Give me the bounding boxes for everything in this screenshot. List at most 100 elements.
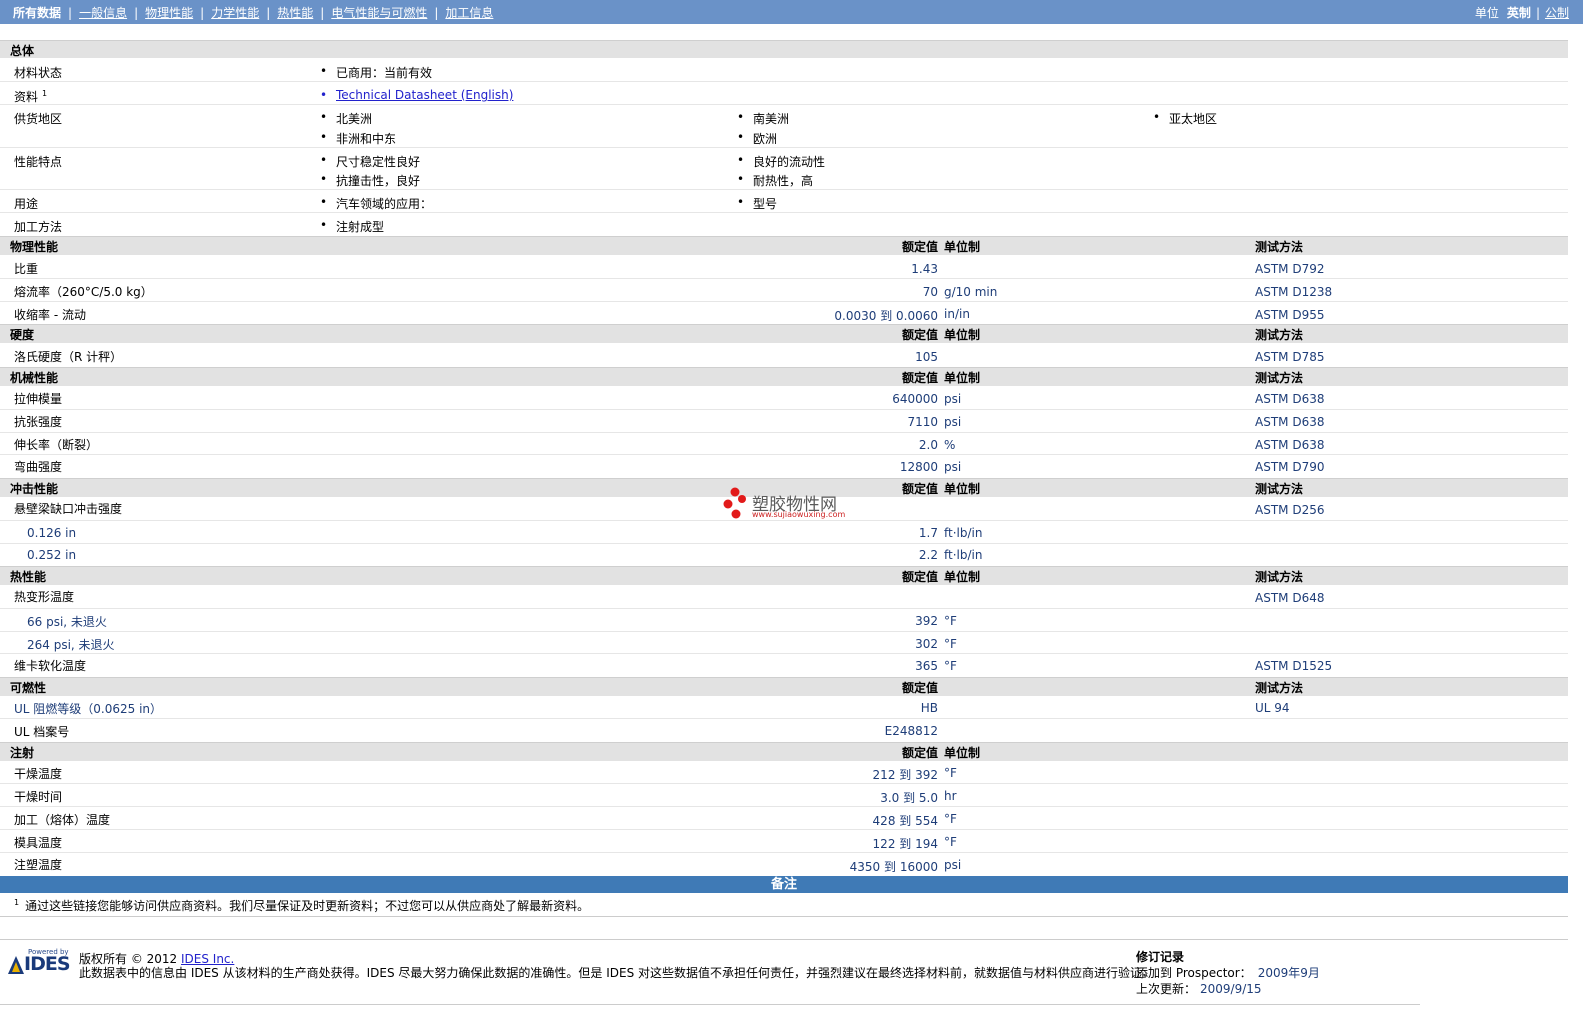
- property-method: ASTM D648: [1255, 591, 1325, 605]
- unit-metric-link[interactable]: 公制: [1545, 4, 1569, 21]
- property-unit: in/in: [944, 307, 970, 321]
- table-row: 264 psi, 未退火 302 °F: [0, 632, 1568, 654]
- added-to-prospector: 添加到 Prospector： 2009年9月: [1136, 966, 1320, 980]
- table-row: UL 阻燃等级（0.0625 in） HB UL 94: [0, 696, 1568, 719]
- section-title: 总体: [10, 44, 35, 58]
- row-label: 用途: [14, 197, 39, 211]
- col-unit: 单位制: [944, 570, 981, 584]
- property-value: 2.2: [918, 548, 938, 562]
- col-unit: 单位制: [944, 746, 981, 760]
- property-label: 注塑温度: [14, 858, 63, 872]
- property-method: ASTM D792: [1255, 262, 1325, 276]
- property-value: HB: [920, 701, 938, 715]
- nav-physical[interactable]: 物理性能: [145, 4, 193, 21]
- col-method: 测试方法: [1255, 570, 1304, 584]
- property-unit: ft·lb/in: [944, 548, 983, 562]
- region-item: 欧洲: [737, 130, 777, 147]
- property-label: 干燥温度: [14, 767, 63, 781]
- table-row: 比重 1.43 ASTM D792: [0, 256, 1568, 279]
- property-unit: psi: [944, 415, 962, 429]
- col-nominal: 额定值: [901, 328, 938, 342]
- section-header-physical: 物理性能 额定值 单位制 测试方法: [0, 236, 1568, 255]
- property-method: ASTM D1525: [1255, 659, 1333, 673]
- features-row: 性能特点 尺寸稳定性良好 良好的流动性 抗撞击性，良好 耐热性，高: [0, 148, 1568, 190]
- table-row: 干燥时间 3.0 到 5.0 hr: [0, 784, 1568, 807]
- unit-label: 单位: [1474, 6, 1499, 20]
- property-label: 弯曲强度: [14, 460, 63, 474]
- property-unit: °F: [944, 766, 957, 780]
- nav-thermal[interactable]: 热性能: [277, 4, 313, 21]
- nav-electrical-flammability[interactable]: 电气性能与可燃性: [331, 4, 427, 21]
- section-title: 机械性能: [10, 371, 59, 385]
- process-method-row: 加工方法 注射成型: [0, 213, 1568, 236]
- table-row: 加工（熔体）温度 428 到 554 °F: [0, 807, 1568, 830]
- nav-all-data[interactable]: 所有数据: [13, 4, 61, 21]
- nav-general-info[interactable]: 一般信息: [79, 4, 127, 21]
- row-label: 性能特点: [14, 155, 63, 169]
- table-row: 维卡软化温度 365 °F ASTM D1525: [0, 654, 1568, 677]
- section-header-general: 总体: [0, 40, 1568, 58]
- property-value: 212 到 392: [872, 768, 938, 782]
- unit-english-option[interactable]: 英制: [1507, 4, 1531, 21]
- notes-header: 备注: [0, 876, 1568, 893]
- material-status-row: 材料状态 已商用：当前有效: [0, 59, 1568, 82]
- table-row: 注塑温度 4350 到 16000 psi: [0, 853, 1568, 876]
- footnote-mark: 1: [14, 898, 20, 907]
- condition-label: 264 psi, 未退火: [27, 638, 115, 652]
- col-unit: 单位制: [944, 482, 981, 496]
- property-unit: %: [944, 438, 956, 452]
- nav-separator: |: [266, 5, 271, 20]
- property-unit: psi: [944, 858, 962, 872]
- property-label: 伸长率（断裂）: [14, 438, 99, 452]
- col-nominal: 额定值: [901, 371, 938, 385]
- process-item: 注射成型: [320, 218, 384, 235]
- property-method: ASTM D638: [1255, 415, 1325, 429]
- property-value: 302: [915, 637, 938, 651]
- property-method: ASTM D785: [1255, 350, 1325, 364]
- table-row: 0.252 in 2.2 ft·lb/in: [0, 544, 1568, 566]
- property-value: 3.0 到 5.0: [880, 791, 938, 805]
- col-nominal: 额定值: [901, 746, 938, 760]
- divider: [0, 916, 1568, 917]
- footnote-ref: 1: [42, 89, 48, 98]
- feature-item: 抗撞击性，良好: [320, 172, 420, 189]
- nav-separator: |: [68, 5, 73, 20]
- property-value: 428 到 554: [872, 814, 938, 828]
- col-method: 测试方法: [1255, 240, 1304, 254]
- divider: [0, 1004, 1420, 1005]
- col-method: 测试方法: [1255, 328, 1304, 342]
- section-title: 冲击性能: [10, 482, 59, 496]
- datasheet-link[interactable]: Technical Datasheet (English): [320, 88, 513, 102]
- table-row: 热变形温度 ASTM D648: [0, 585, 1568, 609]
- property-label: 收缩率 - 流动: [14, 308, 86, 322]
- col-method: 测试方法: [1255, 371, 1304, 385]
- section-title: 注射: [10, 746, 35, 760]
- col-nominal: 额定值: [901, 240, 938, 254]
- section-title: 物理性能: [10, 240, 59, 254]
- notes-row: 1 通过这些链接您能够访问供应商资料。我们尽量保证及时更新资料；不过您可以从供应商…: [0, 895, 1568, 915]
- property-unit: psi: [944, 392, 962, 406]
- col-unit: 单位制: [944, 240, 981, 254]
- table-row: 0.126 in 1.7 ft·lb/in: [0, 521, 1568, 544]
- section-title: 硬度: [10, 328, 35, 342]
- region-item: 非洲和中东: [320, 130, 396, 147]
- footnote-text: 1 通过这些链接您能够访问供应商资料。我们尽量保证及时更新资料；不过您可以从供应商…: [14, 898, 590, 913]
- use-item: 汽车领域的应用：: [320, 195, 432, 212]
- section-header-hardness: 硬度 额定值 单位制 测试方法: [0, 324, 1568, 343]
- col-nominal: 额定值: [901, 681, 938, 695]
- property-value: 640000: [892, 392, 938, 406]
- property-label: 洛氏硬度（R 计秤）: [14, 350, 123, 364]
- property-label: 抗张强度: [14, 415, 63, 429]
- property-value: 105: [915, 350, 938, 364]
- nav-processing[interactable]: 加工信息: [445, 4, 493, 21]
- property-label: 比重: [14, 262, 39, 276]
- condition-label: 66 psi, 未退火: [27, 615, 107, 629]
- property-value: 70: [922, 285, 938, 299]
- property-label: 模具温度: [14, 836, 63, 850]
- col-nominal: 额定值: [901, 570, 938, 584]
- property-label: 熔流率（260°C/5.0 kg）: [14, 285, 153, 299]
- section-title: 热性能: [10, 570, 47, 584]
- table-row: 66 psi, 未退火 392 °F: [0, 609, 1568, 632]
- nav-mechanical[interactable]: 力学性能: [211, 4, 259, 21]
- section-nav: 所有数据 | 一般信息 | 物理性能 | 力学性能 | 热性能 | 电气性能与可…: [13, 4, 493, 21]
